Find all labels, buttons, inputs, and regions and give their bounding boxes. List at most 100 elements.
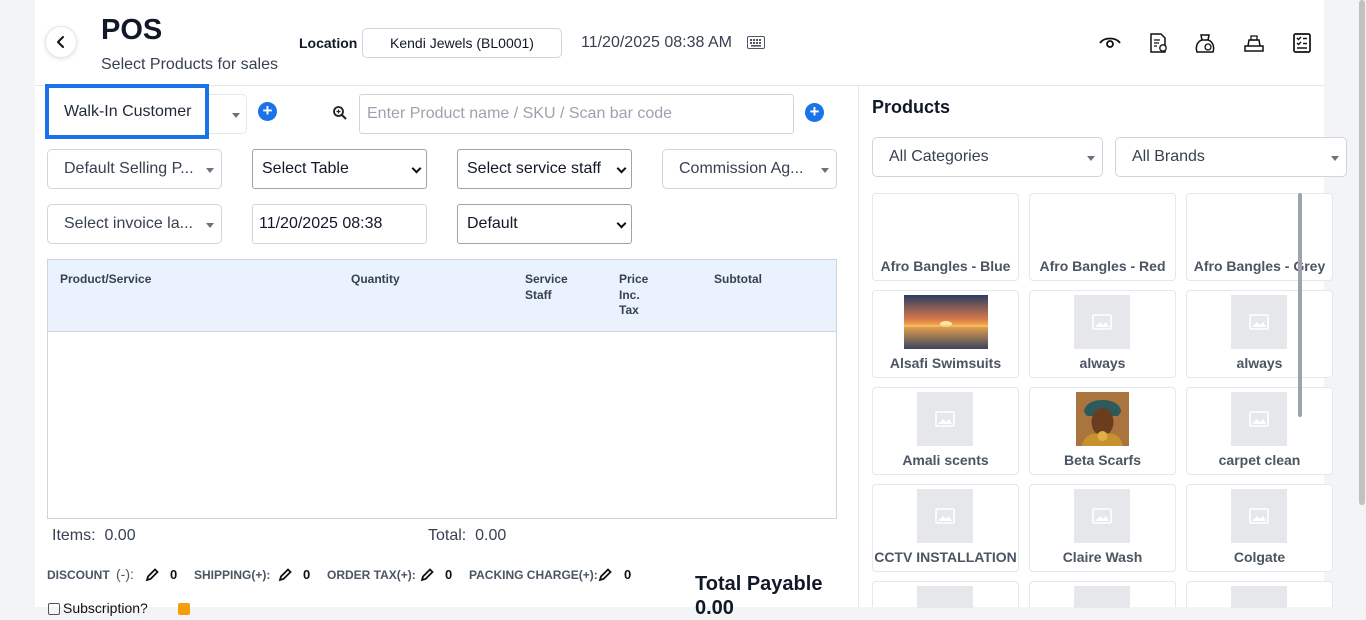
- table-select-value: Select Table: [262, 160, 349, 177]
- product-card[interactable]: Claire Wash: [1029, 484, 1176, 572]
- image-placeholder-icon: [1231, 586, 1287, 608]
- brand-filter-select[interactable]: All Brands: [1115, 137, 1347, 177]
- info-icon[interactable]: [178, 603, 190, 615]
- service-staff-value: Select service staff: [467, 160, 601, 177]
- product-name: CCTV INSTALLATION: [874, 549, 1017, 565]
- items-label: Items:: [52, 527, 96, 544]
- invoice-layout-select[interactable]: Select invoice la...: [47, 204, 222, 244]
- commission-agent-value: Commission Ag...: [679, 160, 804, 177]
- chevron-down-icon: [206, 168, 214, 173]
- subscription-checkbox[interactable]: [48, 603, 60, 615]
- commission-agent-select[interactable]: Commission Ag...: [662, 149, 837, 189]
- invoice-scheme-select[interactable]: Default: [457, 204, 632, 244]
- chevron-down-icon: [821, 168, 829, 173]
- pos-page: POS Select Products for sales Location K…: [35, 0, 1347, 619]
- subscription-label: Subscription?: [63, 600, 148, 616]
- category-filter-select[interactable]: All Categories: [872, 137, 1103, 177]
- discount-label: DISCOUNT: [47, 568, 110, 582]
- money-search-icon[interactable]: [1193, 31, 1217, 55]
- image-placeholder-icon: [917, 392, 973, 446]
- discount-value: 0: [170, 567, 178, 582]
- pos-items-table: Product/Service Quantity Service Staff P…: [47, 259, 837, 519]
- column-header-quantity: Quantity: [351, 272, 400, 286]
- chevron-left-icon: [57, 36, 64, 48]
- shipping-label: SHIPPING(+):: [194, 568, 271, 582]
- product-card[interactable]: Colgate: [1186, 484, 1333, 572]
- cash-register-icon[interactable]: [1242, 31, 1266, 55]
- portrait-photo-thumbnail: [1076, 392, 1129, 446]
- service-staff-select[interactable]: Select service staff: [457, 149, 632, 189]
- panel-divider: [858, 86, 859, 607]
- column-header-service-staff: Service Staff: [525, 272, 568, 302]
- chevron-down-icon: [1087, 156, 1095, 161]
- total-value: 0.00: [475, 527, 507, 544]
- customer-select[interactable]: Walk-In Customer: [45, 84, 209, 139]
- product-card[interactable]: [1029, 581, 1176, 608]
- edit-order-tax-icon[interactable]: [419, 567, 435, 583]
- image-placeholder-icon: [1074, 295, 1130, 349]
- column-header-subtotal: Subtotal: [714, 272, 762, 286]
- products-title: Products: [872, 97, 951, 117]
- chevron-down-icon: [206, 223, 214, 228]
- product-card[interactable]: Alsafi Swimsuits: [872, 290, 1019, 378]
- brand-filter-value: All Brands: [1132, 148, 1205, 165]
- selling-price-group-select[interactable]: Default Selling P...: [47, 149, 222, 189]
- product-card[interactable]: always: [1186, 290, 1333, 378]
- edit-discount-icon[interactable]: [144, 567, 160, 583]
- table-select[interactable]: Select Table: [252, 149, 427, 189]
- product-name: carpet clean: [1218, 452, 1301, 468]
- add-customer-button[interactable]: +: [258, 102, 277, 121]
- invoice-scheme-value: Default: [467, 215, 518, 232]
- pos-header: POS Select Products for sales Location K…: [35, 0, 1324, 86]
- keyboard-icon[interactable]: [747, 36, 765, 49]
- items-value: 0.00: [104, 527, 136, 544]
- product-card[interactable]: Amali scents: [872, 387, 1019, 475]
- product-name: Amali scents: [902, 452, 989, 468]
- selling-price-group-value: Default Selling P...: [64, 160, 194, 177]
- product-card[interactable]: always: [1029, 290, 1176, 378]
- back-button[interactable]: [45, 26, 77, 58]
- product-name: Afro Bangles - Blue: [880, 258, 1011, 274]
- column-header-product: Product/Service: [60, 272, 152, 286]
- image-placeholder-icon: [1231, 295, 1287, 349]
- image-placeholder-icon: [1231, 489, 1287, 543]
- table-header: Product/Service Quantity Service Staff P…: [48, 260, 836, 332]
- product-card[interactable]: Afro Bangles - Grey: [1186, 193, 1333, 281]
- product-search-input[interactable]: Enter Product name / SKU / Scan bar code: [359, 94, 794, 134]
- page-title: POS: [101, 14, 163, 46]
- transaction-date-input[interactable]: 11/20/2025 08:38: [252, 204, 427, 244]
- customer-caret-icon: [232, 113, 240, 118]
- packing-charge-value: 0: [624, 567, 632, 582]
- invoice-icon[interactable]: [1146, 31, 1170, 55]
- product-card[interactable]: Beta Scarfs: [1029, 387, 1176, 475]
- image-placeholder-icon: [1074, 586, 1130, 608]
- eye-icon[interactable]: [1098, 31, 1122, 55]
- product-card[interactable]: carpet clean: [1186, 387, 1333, 475]
- page-scrollbar-thumb[interactable]: [1359, 0, 1365, 505]
- product-card[interactable]: [1186, 581, 1333, 608]
- checklist-icon[interactable]: [1290, 31, 1314, 55]
- location-selector[interactable]: Kendi Jewels (BL0001): [362, 28, 562, 58]
- product-card[interactable]: Afro Bangles - Red: [1029, 193, 1176, 281]
- current-datetime: 11/20/2025 08:38 AM: [581, 34, 732, 51]
- category-filter-value: All Categories: [889, 148, 989, 165]
- shipping-value: 0: [303, 567, 311, 582]
- product-card[interactable]: [872, 581, 1019, 608]
- product-name: Colgate: [1233, 549, 1286, 565]
- total-payable-label: Total Payable: [695, 573, 823, 595]
- image-placeholder-icon: [1074, 489, 1130, 543]
- edit-shipping-icon[interactable]: [277, 567, 293, 583]
- image-placeholder-icon: [1231, 392, 1287, 446]
- edit-packing-charge-icon[interactable]: [597, 567, 613, 583]
- add-product-button[interactable]: +: [805, 103, 824, 122]
- product-grid-scrollbar[interactable]: [1298, 193, 1302, 417]
- product-name: always: [1236, 355, 1283, 371]
- page-subtitle: Select Products for sales: [101, 56, 278, 73]
- sunset-photo-thumbnail: [904, 295, 988, 349]
- product-card[interactable]: CCTV INSTALLATION: [872, 484, 1019, 572]
- product-card[interactable]: Afro Bangles - Blue: [872, 193, 1019, 281]
- order-tax-value: 0: [445, 567, 453, 582]
- column-header-price: Price Inc. Tax: [619, 272, 649, 317]
- chevron-down-icon: [616, 163, 627, 174]
- total-label: Total:: [428, 527, 467, 544]
